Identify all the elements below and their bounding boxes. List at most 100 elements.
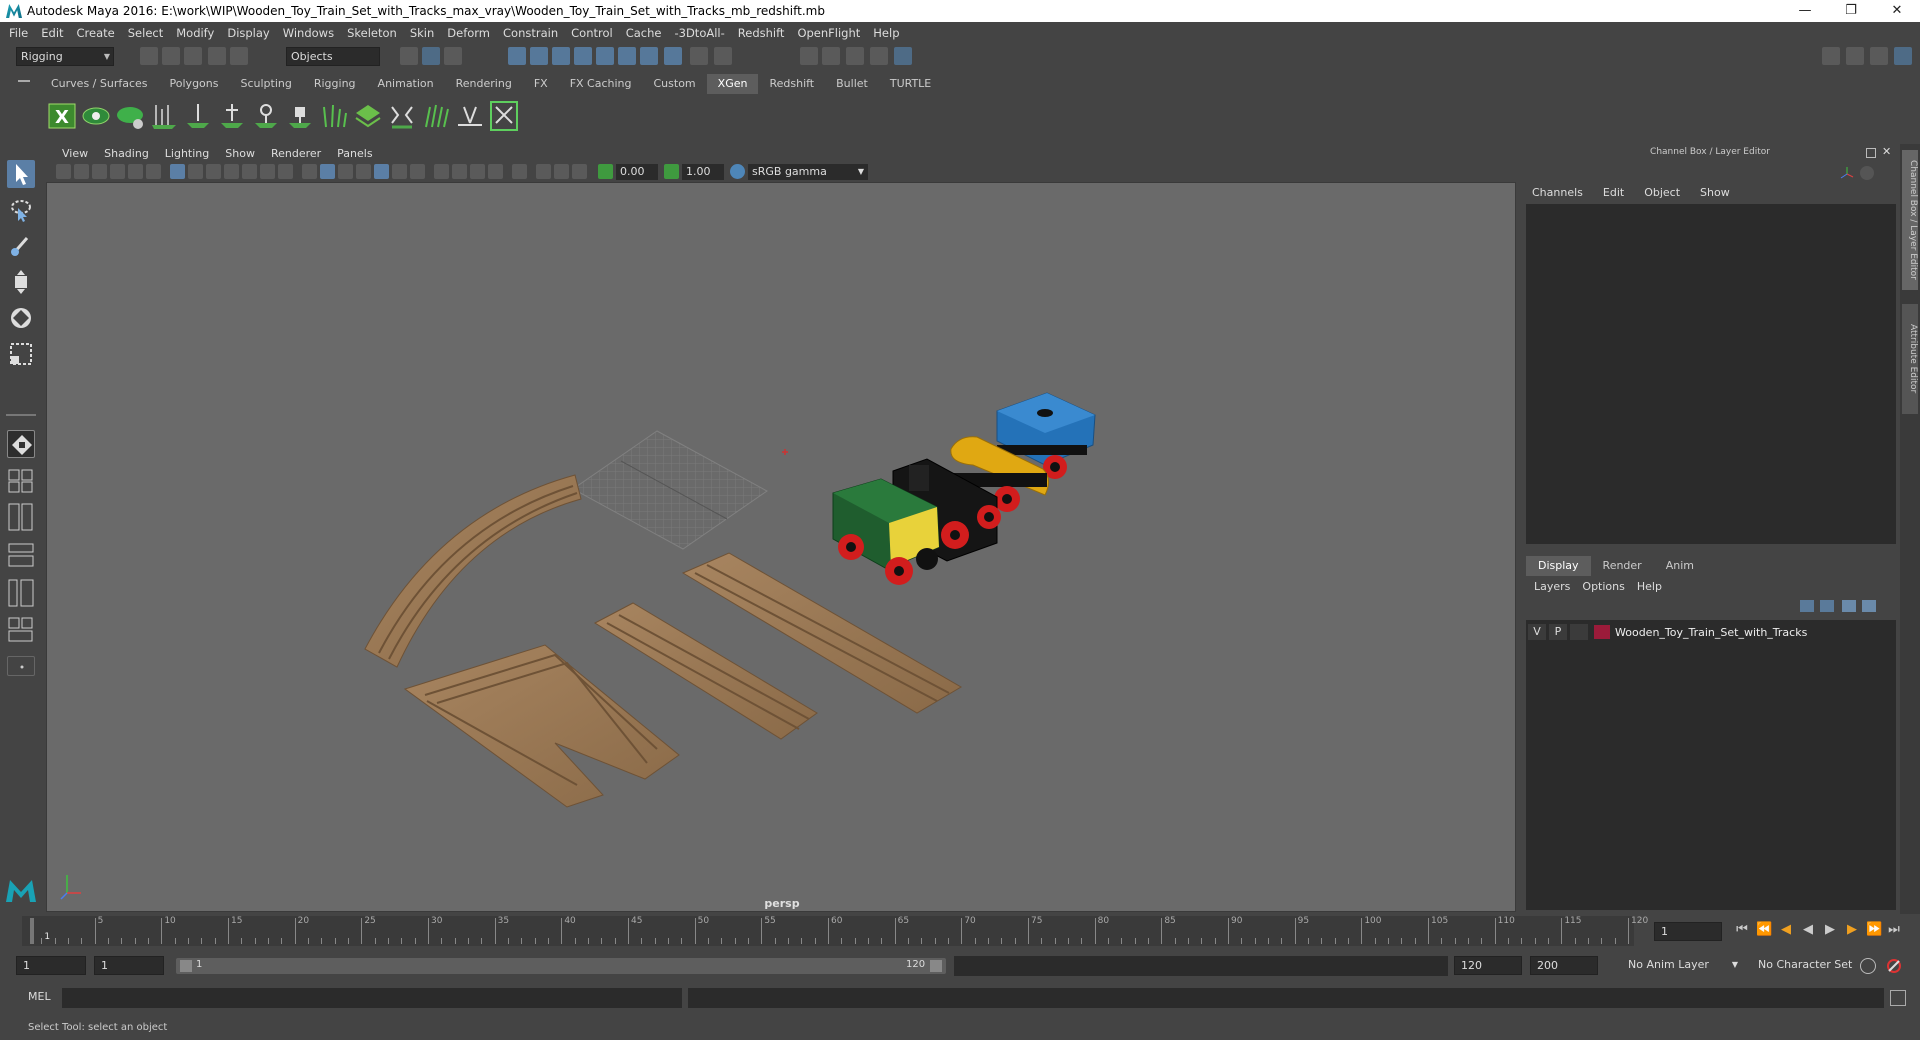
menu-constrain[interactable]: Constrain bbox=[498, 26, 566, 40]
close-panel-icon[interactable]: ✕ bbox=[1882, 145, 1891, 158]
grid-toggle-icon[interactable] bbox=[170, 164, 185, 179]
view-transform-dropdown[interactable]: sRGB gamma ▼ bbox=[748, 164, 868, 180]
open-scene-icon[interactable] bbox=[162, 47, 180, 65]
layer-menu-layers[interactable]: Layers bbox=[1530, 578, 1578, 596]
channel-box-menu-object[interactable]: Object bbox=[1634, 184, 1690, 202]
layer-tab-render[interactable]: Render bbox=[1591, 556, 1654, 576]
playback-end-field[interactable]: 120 bbox=[1454, 956, 1522, 975]
image-plane-icon[interactable] bbox=[110, 164, 125, 179]
menu-file[interactable]: File bbox=[4, 26, 36, 40]
auto-key-icon[interactable] bbox=[1860, 958, 1876, 974]
channel-box-menu-show[interactable]: Show bbox=[1690, 184, 1740, 202]
current-frame-marker[interactable] bbox=[30, 918, 34, 944]
hypershade-icon[interactable] bbox=[894, 47, 912, 65]
viewport-menu-renderer[interactable]: Renderer bbox=[263, 147, 329, 160]
go-to-start-icon[interactable]: ⏮ bbox=[1734, 922, 1750, 938]
modeling-toolkit-icon[interactable] bbox=[1822, 47, 1840, 65]
isolate-select-icon[interactable] bbox=[512, 164, 527, 179]
play-forwards-icon[interactable]: ▶ bbox=[1822, 922, 1838, 938]
attribute-editor-icon[interactable] bbox=[1846, 47, 1864, 65]
step-back-key-icon[interactable]: ⏪ bbox=[1756, 922, 1772, 938]
command-input[interactable] bbox=[62, 988, 682, 1008]
gamma-icon[interactable] bbox=[664, 164, 679, 179]
ipr-render-icon[interactable] bbox=[846, 47, 864, 65]
menu-control[interactable]: Control bbox=[566, 26, 621, 40]
show-manipulator-icon[interactable] bbox=[7, 430, 35, 458]
tool-settings-icon[interactable] bbox=[1870, 47, 1888, 65]
snap-view-plane-icon[interactable] bbox=[574, 47, 592, 65]
command-language-label[interactable]: MEL bbox=[28, 990, 51, 1003]
snap-surface-icon[interactable] bbox=[618, 47, 636, 65]
xgen-leaf-icon[interactable] bbox=[116, 101, 144, 131]
redo-icon[interactable] bbox=[230, 47, 248, 65]
exposure-field[interactable]: 0.00 bbox=[616, 164, 658, 180]
symmetry-icon[interactable] bbox=[640, 47, 658, 65]
xgen-grass-icon[interactable] bbox=[320, 101, 348, 131]
select-camera-icon[interactable] bbox=[56, 164, 71, 179]
menu-select[interactable]: Select bbox=[123, 26, 171, 40]
shelf-tab-redshift[interactable]: Redshift bbox=[758, 74, 825, 94]
layout-two-view-icon[interactable] bbox=[7, 502, 35, 532]
viewport-menu-lighting[interactable]: Lighting bbox=[157, 147, 217, 160]
character-set-dropdown[interactable]: No Character Set bbox=[1752, 956, 1870, 975]
snap-grid-icon[interactable] bbox=[508, 47, 526, 65]
construction-history-icon[interactable] bbox=[714, 47, 732, 65]
menu-help[interactable]: Help bbox=[868, 26, 907, 40]
shelf-tab-xgen[interactable]: XGen bbox=[706, 74, 759, 94]
menu-skeleton[interactable]: Skeleton bbox=[342, 26, 405, 40]
safe-title-icon[interactable] bbox=[278, 164, 293, 179]
lock-icon[interactable] bbox=[690, 47, 708, 65]
menu-skin[interactable]: Skin bbox=[405, 26, 442, 40]
shelf-tab-custom[interactable]: Custom bbox=[643, 74, 707, 94]
float-panel-icon[interactable] bbox=[1866, 148, 1876, 158]
gamma-field[interactable]: 1.00 bbox=[682, 164, 724, 180]
side-tab-channel-box[interactable]: Channel Box / Layer Editor bbox=[1902, 150, 1918, 290]
wireframe-icon[interactable] bbox=[302, 164, 317, 179]
xray-icon[interactable] bbox=[536, 164, 551, 179]
layer-menu-help[interactable]: Help bbox=[1633, 578, 1670, 596]
menu-cache[interactable]: Cache bbox=[621, 26, 670, 40]
xgen-noise-icon[interactable] bbox=[456, 101, 484, 131]
2d-pan-zoom-icon[interactable] bbox=[128, 164, 143, 179]
perspective-viewport[interactable]: persp bbox=[46, 182, 1516, 912]
layer-tab-display[interactable]: Display bbox=[1526, 556, 1591, 576]
minimize-button[interactable]: — bbox=[1782, 0, 1828, 22]
xgen-sculpt-guides-icon[interactable] bbox=[218, 101, 246, 131]
grease-pencil-icon[interactable] bbox=[146, 164, 161, 179]
use-all-lights-icon[interactable] bbox=[392, 164, 407, 179]
select-tool-icon[interactable] bbox=[7, 160, 35, 188]
film-gate-icon[interactable] bbox=[188, 164, 203, 179]
shadows-icon[interactable] bbox=[410, 164, 425, 179]
current-frame-field[interactable]: 1 bbox=[1654, 922, 1722, 941]
script-editor-icon[interactable] bbox=[1890, 990, 1906, 1006]
menu-deform[interactable]: Deform bbox=[442, 26, 498, 40]
menu-set-dropdown[interactable]: Rigging ▼ bbox=[16, 47, 114, 66]
smooth-shade-icon[interactable] bbox=[320, 164, 335, 179]
select-by-component-icon[interactable] bbox=[444, 47, 462, 65]
snap-point-icon[interactable] bbox=[552, 47, 570, 65]
menu-redshift[interactable]: Redshift bbox=[733, 26, 793, 40]
playback-start-field[interactable]: 1 bbox=[94, 956, 164, 975]
menu-edit[interactable]: Edit bbox=[36, 26, 71, 40]
multisample-aa-icon[interactable] bbox=[470, 164, 485, 179]
anim-layer-dropdown[interactable]: No Anim Layer ▼ bbox=[1622, 956, 1740, 975]
xgen-lock-guides-icon[interactable] bbox=[286, 101, 314, 131]
play-backwards-icon[interactable]: ◀ bbox=[1800, 922, 1816, 938]
select-by-object-icon[interactable] bbox=[422, 47, 440, 65]
move-layer-down-icon[interactable] bbox=[1820, 600, 1834, 612]
menu-3dtoall[interactable]: -3DtoAll- bbox=[669, 26, 732, 40]
shelf-menu-icon[interactable] bbox=[18, 80, 30, 82]
scale-tool-icon[interactable] bbox=[7, 340, 35, 368]
exposure-icon[interactable] bbox=[598, 164, 613, 179]
channel-box-axis-icon[interactable] bbox=[1840, 166, 1854, 180]
layer-menu-options[interactable]: Options bbox=[1578, 578, 1632, 596]
viewport-menu-view[interactable]: View bbox=[54, 147, 96, 160]
snap-curve-icon[interactable] bbox=[530, 47, 548, 65]
resolution-gate-icon[interactable] bbox=[206, 164, 221, 179]
xray-active-components-icon[interactable] bbox=[554, 164, 569, 179]
range-end-handle[interactable] bbox=[930, 960, 942, 972]
layer-playback-toggle[interactable]: P bbox=[1549, 624, 1567, 640]
layer-row[interactable]: V P Wooden_Toy_Train_Set_with_Tracks bbox=[1528, 623, 1894, 641]
layer-display-type-toggle[interactable] bbox=[1570, 624, 1588, 640]
channel-box-menu-edit[interactable]: Edit bbox=[1593, 184, 1634, 202]
